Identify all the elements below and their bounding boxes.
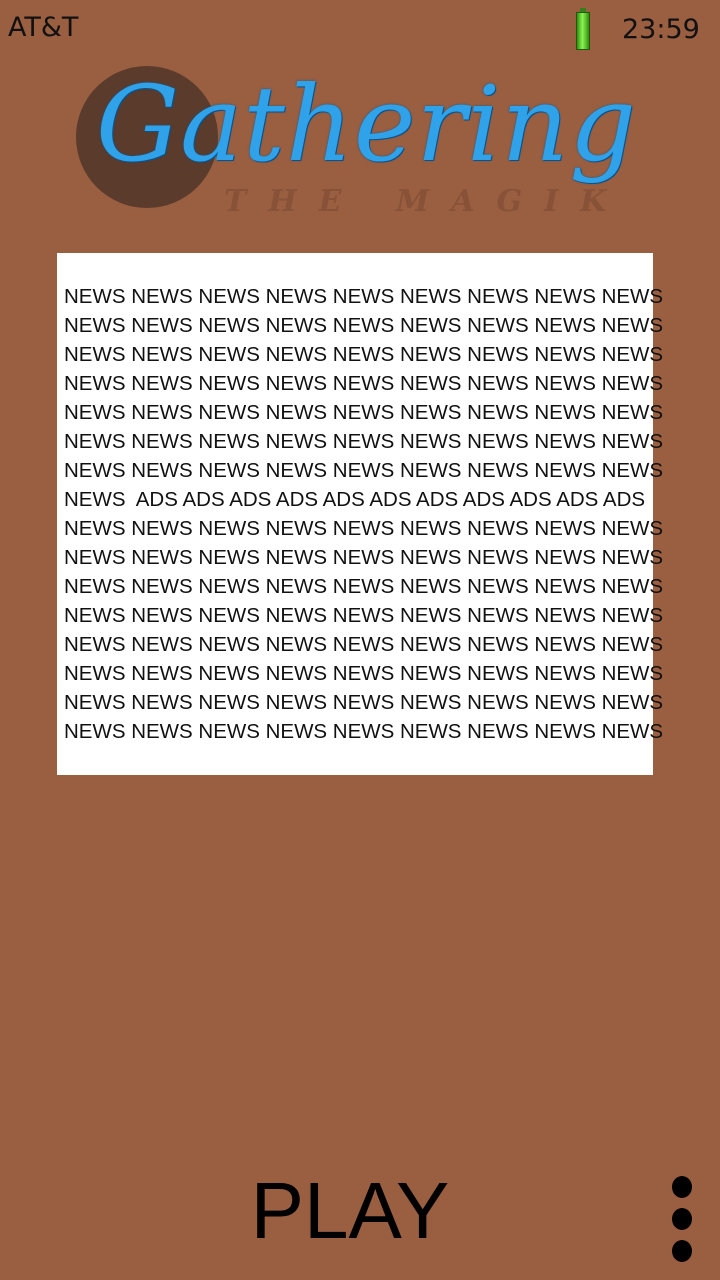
logo-subtitle: THE MAGIK [224, 184, 629, 219]
news-line: NEWS NEWS NEWS NEWS NEWS NEWS NEWS NEWS … [64, 401, 664, 424]
news-line: NEWS NEWS NEWS NEWS NEWS NEWS NEWS NEWS … [64, 720, 664, 743]
news-line: NEWS NEWS NEWS NEWS NEWS NEWS NEWS NEWS … [64, 575, 664, 598]
news-line: NEWS NEWS NEWS NEWS NEWS NEWS NEWS NEWS … [64, 372, 664, 395]
news-line: NEWS NEWS NEWS NEWS NEWS NEWS NEWS NEWS … [64, 285, 664, 308]
news-line: NEWS NEWS NEWS NEWS NEWS NEWS NEWS NEWS … [64, 546, 664, 569]
battery-full-icon [576, 8, 590, 50]
news-line: NEWS NEWS NEWS NEWS NEWS NEWS NEWS NEWS … [64, 633, 664, 656]
play-button[interactable]: PLAY [240, 1166, 460, 1256]
carrier-name: AT&T [8, 12, 79, 43]
more-vertical-icon[interactable] [668, 1176, 696, 1264]
logo-title: Gathering [96, 63, 637, 185]
status-bar: AT&T 23:59 [0, 0, 720, 60]
menu-dot [672, 1208, 692, 1230]
news-line: NEWS NEWS NEWS NEWS NEWS NEWS NEWS NEWS … [64, 459, 664, 482]
news-line: NEWS ADS ADS ADS ADS ADS ADS ADS ADS ADS… [64, 488, 646, 511]
news-panel[interactable]: NEWS NEWS NEWS NEWS NEWS NEWS NEWS NEWS … [57, 253, 664, 775]
news-line: NEWS NEWS NEWS NEWS NEWS NEWS NEWS NEWS … [64, 314, 664, 337]
news-line: NEWS NEWS NEWS NEWS NEWS NEWS NEWS NEWS … [64, 517, 664, 540]
status-time: 23:59 [622, 14, 700, 45]
menu-dot [672, 1176, 692, 1198]
news-line: NEWS NEWS NEWS NEWS NEWS NEWS NEWS NEWS … [64, 691, 664, 714]
news-line: NEWS NEWS NEWS NEWS NEWS NEWS NEWS NEWS … [64, 430, 664, 453]
app-logo: Gathering THE MAGIK [74, 66, 644, 226]
news-line: NEWS NEWS NEWS NEWS NEWS NEWS NEWS NEWS … [64, 662, 664, 685]
menu-dot [672, 1240, 692, 1262]
news-line: NEWS NEWS NEWS NEWS NEWS NEWS NEWS NEWS … [64, 604, 664, 627]
news-line: NEWS NEWS NEWS NEWS NEWS NEWS NEWS NEWS … [64, 343, 664, 366]
